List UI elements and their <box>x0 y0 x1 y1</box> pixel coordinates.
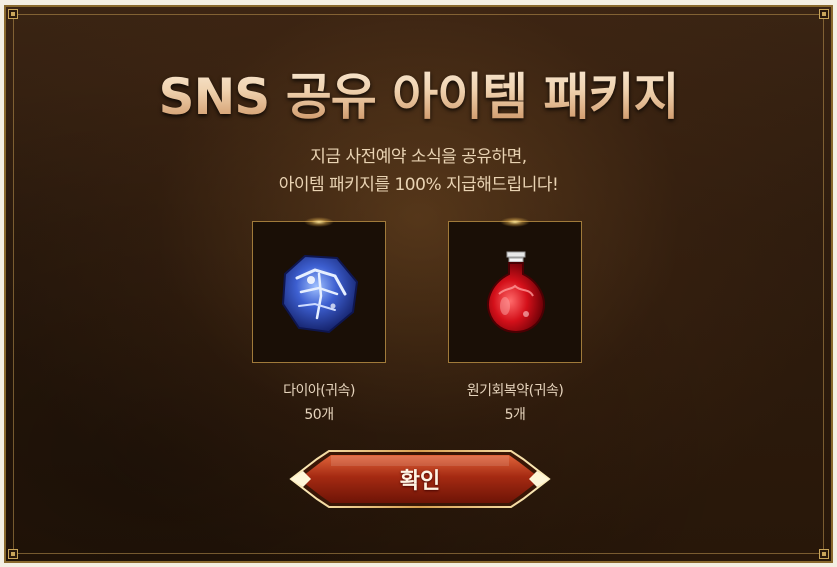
popup-subtitle-line2: 아이템 패키지를 100% 지급해드립니다! <box>278 175 559 195</box>
corner-ornament <box>8 549 18 559</box>
reward-item-potion: 원기회복약(귀속) 5개 <box>448 217 582 423</box>
item-name: 다이아(귀속) <box>283 383 355 399</box>
sns-share-package-popup: SNS 공유 아이템 패키지 지금 사전예약 소식을 공유하면, 아이템 패키지… <box>4 5 833 563</box>
confirm-button[interactable]: 확인 <box>289 447 551 511</box>
reward-item-diamond: 다이아(귀속) 50개 <box>252 217 386 423</box>
popup-title: SNS 공유 아이템 패키지 <box>6 57 831 129</box>
frame-glow <box>500 217 530 227</box>
item-count: 5개 <box>504 407 526 423</box>
item-frame <box>252 217 386 363</box>
red-potion-icon <box>487 251 545 334</box>
corner-ornament <box>819 9 829 19</box>
corner-ornament <box>819 549 829 559</box>
popup-subtitle-line1: 지금 사전예약 소식을 공유하면, <box>310 147 527 167</box>
confirm-button-label: 확인 <box>399 469 441 494</box>
blue-diamond-icon <box>281 254 359 334</box>
corner-ornament <box>8 9 18 19</box>
item-name: 원기회복약(귀속) <box>466 383 564 399</box>
item-frame <box>448 217 582 363</box>
item-count: 50개 <box>304 407 334 423</box>
frame-glow <box>304 217 334 227</box>
